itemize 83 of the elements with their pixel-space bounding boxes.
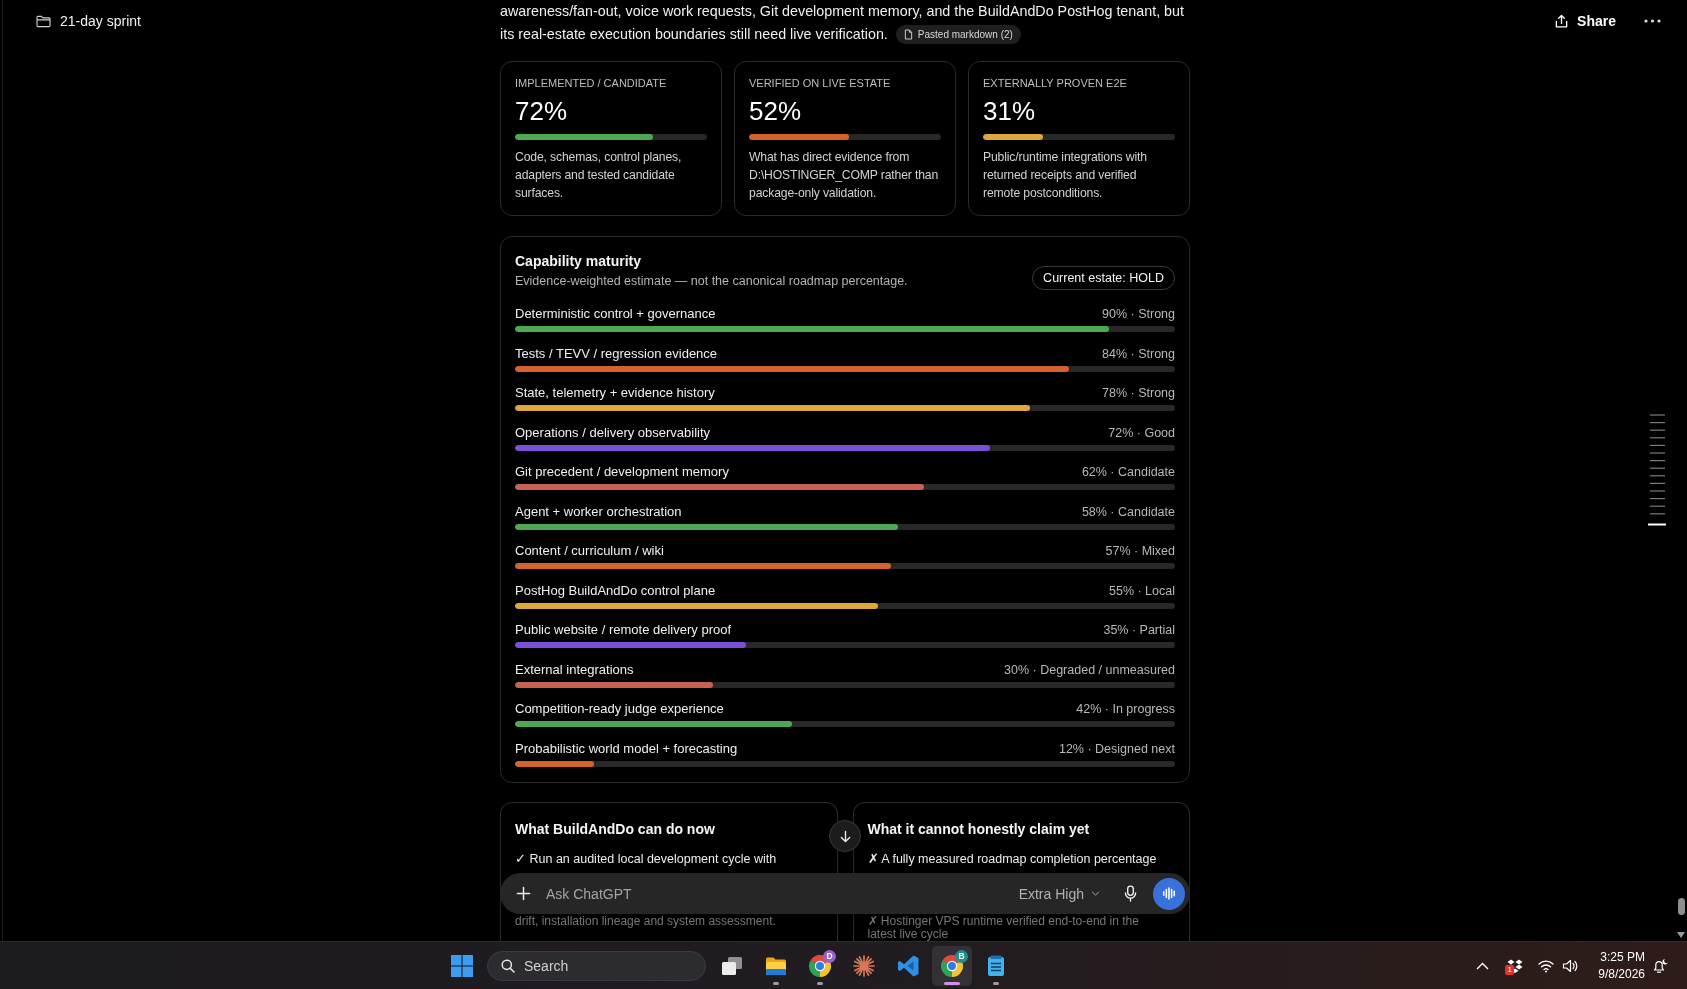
- capability-reading: 55% · Local: [1109, 582, 1175, 600]
- capability-name: External integrations: [515, 660, 634, 679]
- attachment-chip[interactable]: Pasted markdown (2): [895, 24, 1021, 44]
- claim-item: ✓ Run an audited local development cycle with: [515, 850, 778, 868]
- microphone-icon: [1123, 885, 1137, 902]
- panel-subtitle: Evidence-weighted estimate — not the canonical roadmap percentage.: [515, 273, 908, 290]
- card-label: EXTERNALLY PROVEN E2E: [983, 76, 1128, 90]
- document-icon: [903, 28, 913, 40]
- capability-name: Tests / TEVV / regression evidence: [515, 344, 718, 363]
- message-input[interactable]: Ask ChatGPT: [546, 881, 1019, 906]
- profile-letter: B: [955, 949, 968, 963]
- plus-icon: [515, 886, 531, 901]
- scroll-arrow-icon[interactable]: [1677, 932, 1685, 938]
- capability-name: Git precedent / development memory: [515, 463, 729, 481]
- scrollbar-thumb[interactable]: [1677, 898, 1685, 915]
- taskbar-app-button[interactable]: D: [800, 945, 840, 986]
- speaker-icon[interactable]: [1562, 957, 1579, 974]
- capability-name: Content / curriculum / wiki: [515, 542, 664, 560]
- search-field[interactable]: Search: [487, 950, 706, 981]
- card-label: IMPLEMENTED / CANDIDATE: [515, 76, 668, 90]
- message-text: its real-estate execution boundaries still need live verification.: [500, 25, 888, 44]
- down-arrow-icon: [838, 829, 852, 843]
- chevron-up-icon[interactable]: [1476, 961, 1490, 970]
- effort-dropdown[interactable]: Extra High: [1018, 885, 1100, 902]
- percent-value: 31%: [983, 96, 1037, 126]
- card-label: VERIFIED ON LIVE ESTATE: [749, 76, 892, 90]
- capability-reading: 58% · Candidate: [1081, 503, 1175, 521]
- claim-item: ✗ Hostinger VPS runtime verified end-to-end in the: [867, 914, 1140, 928]
- sound-wave-icon: [1162, 887, 1176, 900]
- capability-reading: 30% · Degraded / unmeasured: [1004, 661, 1175, 679]
- search-input[interactable]: Search: [524, 957, 644, 974]
- bell-icon[interactable]: [1652, 957, 1668, 974]
- clock-button[interactable]: 3:25 PM 9/8/2026: [1598, 948, 1645, 983]
- card-title: What BuildAndDo can do now: [515, 819, 716, 838]
- add-button[interactable]: [515, 885, 531, 902]
- capability-reading: 78% · Strong: [1102, 385, 1175, 402]
- ring-logo-icon: [940, 953, 964, 978]
- composer-bar[interactable]: Ask ChatGPT Extra High: [500, 873, 1190, 914]
- capability-reading: 84% · Strong: [1102, 345, 1175, 363]
- ring-logo-icon: [808, 953, 832, 978]
- scroll-markers-icon[interactable]: [1647, 414, 1667, 526]
- capability-reading: 57% · Mixed: [1105, 543, 1175, 560]
- profile-letter: D: [823, 949, 836, 963]
- more-icon: [1643, 19, 1661, 23]
- percent-value: 52%: [749, 96, 803, 126]
- share-icon: [1554, 13, 1570, 29]
- taskbar-app-button[interactable]: B: [932, 945, 972, 986]
- capability-name: State, telemetry + evidence history: [515, 384, 715, 402]
- message-text: awareness/fan-out, voice work requests, Git development memory, and the BuildAndDo PostHog tenant, but: [500, 2, 1185, 21]
- capability-reading: 62% · Candidate: [1081, 464, 1175, 481]
- card-description: Code, schemas, control planes, adapters and tested candidate surfaces.: [515, 149, 683, 202]
- claim-item: ✗ A fully measured roadmap completion percentage: [867, 850, 1158, 868]
- chevron-down-icon: [1091, 891, 1100, 896]
- starburst-icon: [852, 953, 876, 978]
- folder-icon: [36, 14, 51, 28]
- card-description: What has direct evidence from D:\HOSTINGER_COMP rather than package-only validation.: [749, 149, 940, 202]
- card-description: Public/runtime integrations with returned receipts and verified remote postconditions.: [983, 149, 1148, 202]
- capability-name: Public website / remote delivery proof: [515, 621, 732, 639]
- capability-name: Deterministic control + governance: [515, 305, 716, 323]
- capability-name: Agent + worker orchestration: [515, 502, 682, 521]
- notification-count: 1: [1505, 964, 1515, 975]
- capability-name: Operations / delivery observability: [515, 423, 711, 442]
- card-title: What it cannot honestly claim yet: [867, 819, 1091, 838]
- microphone-button[interactable]: [1122, 883, 1138, 904]
- project-link[interactable]: 21-day sprint: [36, 12, 141, 30]
- claim-item: drift, installation lineage and system assessment.: [515, 914, 777, 928]
- capability-reading: 12% · Designed next: [1058, 740, 1175, 758]
- capability-reading: 35% · Partial: [1103, 622, 1175, 639]
- four-squares-icon: [451, 954, 473, 977]
- voice-button[interactable]: [1153, 877, 1185, 910]
- scroll-down-button[interactable]: [829, 820, 861, 852]
- capability-reading: 42% · In progress: [1076, 701, 1175, 718]
- ribbon-logo-icon: [896, 953, 920, 978]
- panel-title: Capability maturity: [515, 252, 643, 270]
- search-icon: [501, 958, 515, 973]
- capability-reading: 72% · Good: [1108, 424, 1175, 442]
- claim-item: latest live cycle: [867, 927, 950, 941]
- capability-name: Competition-ready judge experience: [515, 700, 724, 718]
- capability-name: PostHog BuildAndDo control plane: [515, 581, 716, 600]
- capability-reading: 90% · Strong: [1102, 306, 1175, 323]
- share-button[interactable]: Share: [1554, 13, 1616, 29]
- capability-name: Probabilistic world model + forecasting: [515, 739, 738, 758]
- percent-value: 72%: [515, 96, 569, 126]
